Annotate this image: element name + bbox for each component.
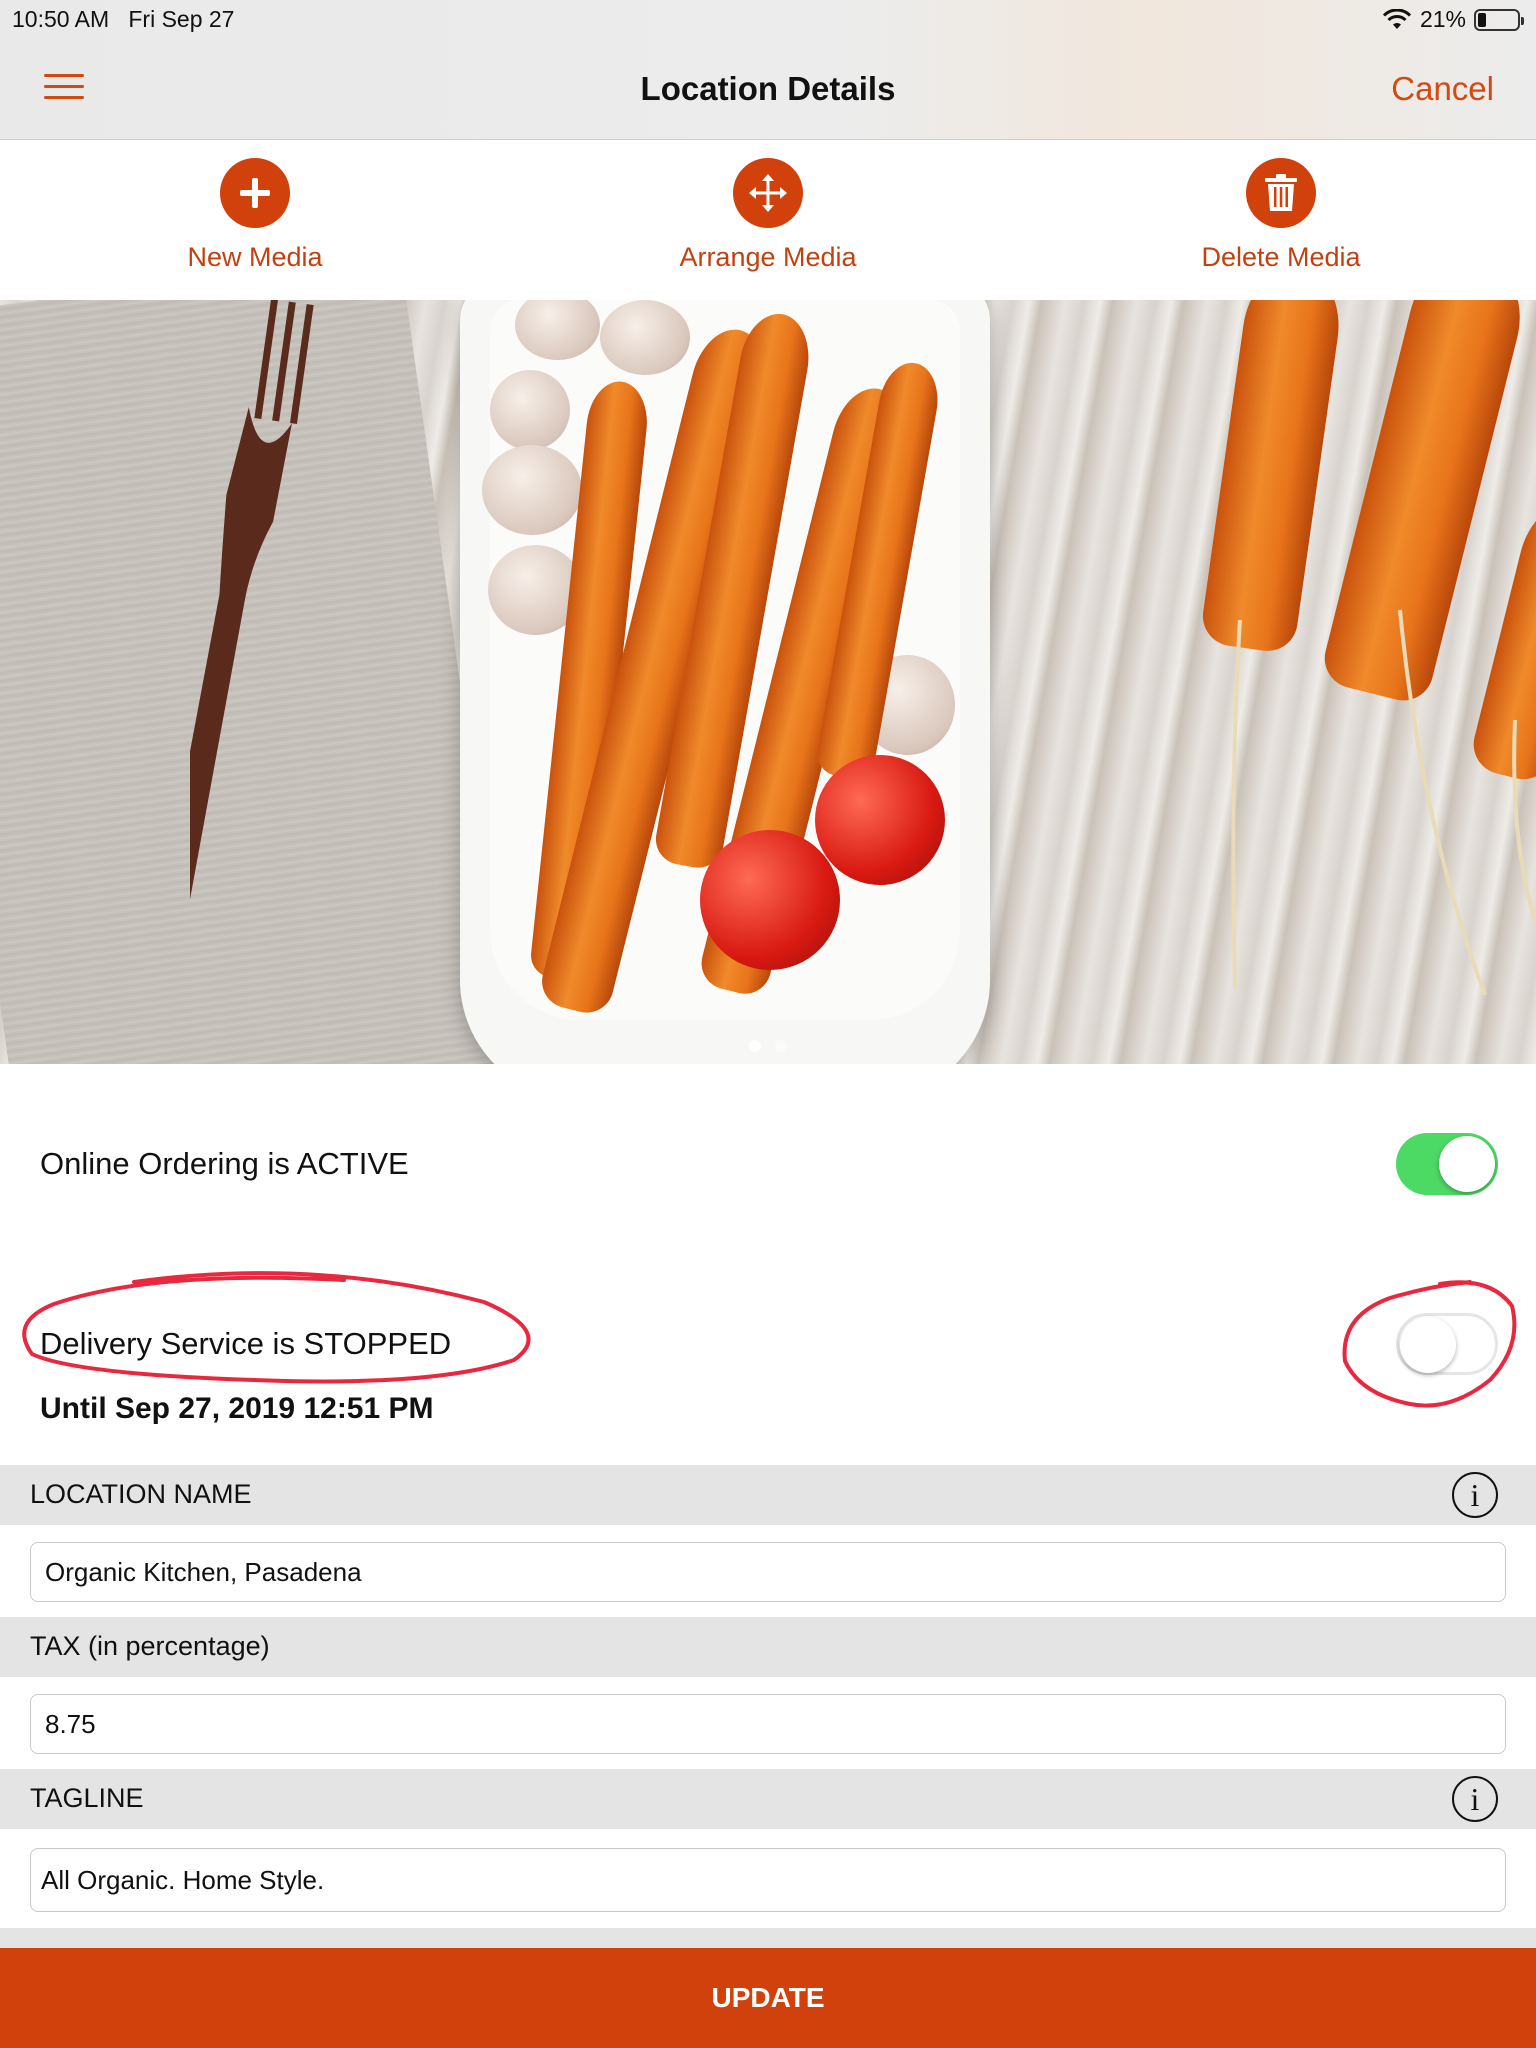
delivery-stopped-until: Until Sep 27, 2019 12:51 PM (40, 1392, 434, 1425)
page-dot[interactable] (775, 1040, 787, 1052)
battery-percent: 21% (1419, 6, 1466, 32)
arrange-media-label: Arrange Media (679, 242, 857, 272)
online-ordering-toggle[interactable] (1396, 1133, 1498, 1195)
page-dot[interactable] (749, 1040, 761, 1052)
delete-media-button[interactable]: Delete Media (1151, 158, 1411, 273)
next-section-peek (0, 1928, 1536, 1948)
update-button[interactable]: UPDATE (0, 1948, 1536, 2048)
status-indicators: 21% (1382, 6, 1524, 33)
plus-icon (220, 158, 290, 228)
onion-illustration (482, 445, 582, 535)
gallery-page-indicator (0, 1040, 1536, 1052)
media-gallery[interactable] (0, 300, 1536, 1064)
navigation-bar: 10:50 AM Fri Sep 27 21% Location Details… (0, 0, 1536, 140)
location-name-section: LOCATION NAME i (0, 1465, 1536, 1525)
media-toolbar: New Media Arrange Media Delete Media (0, 140, 1536, 300)
status-time: 10:50 AM Fri Sep 27 (12, 6, 234, 33)
battery-level (1478, 12, 1486, 27)
status-date: Fri Sep 27 (128, 6, 235, 32)
online-ordering-label: Online Ordering is ACTIVE (40, 1146, 409, 1181)
tax-header: TAX (in percentage) (30, 1631, 270, 1661)
onion-illustration (490, 370, 570, 450)
tagline-input[interactable] (30, 1848, 1506, 1912)
delete-media-label: Delete Media (1201, 242, 1361, 272)
new-media-button[interactable]: New Media (125, 158, 385, 273)
location-name-header: LOCATION NAME (30, 1479, 252, 1509)
delivery-service-label: Delivery Service is STOPPED (40, 1326, 452, 1361)
page-title: Location Details (640, 70, 896, 107)
delivery-service-toggle[interactable] (1396, 1313, 1498, 1375)
screen: 10:50 AM Fri Sep 27 21% Location Details… (0, 0, 1536, 2048)
tomato-illustration (700, 830, 840, 970)
fork-illustration (190, 300, 314, 1064)
onion-illustration (600, 300, 690, 375)
tomato-illustration (815, 755, 945, 885)
move-arrows-icon (733, 158, 803, 228)
trash-icon (1246, 158, 1316, 228)
tax-section: TAX (in percentage) (0, 1617, 1536, 1677)
location-name-input[interactable] (30, 1542, 1506, 1602)
new-media-label: New Media (187, 242, 323, 272)
tagline-section: TAGLINE i (0, 1769, 1536, 1829)
info-icon[interactable]: i (1452, 1472, 1498, 1518)
status-clock: 10:50 AM (12, 6, 110, 32)
tax-input[interactable] (30, 1694, 1506, 1754)
battery-icon (1474, 8, 1524, 31)
tagline-header: TAGLINE (30, 1783, 144, 1813)
info-icon[interactable]: i (1452, 1776, 1498, 1822)
cancel-button[interactable]: Cancel (1391, 70, 1494, 108)
carrot-roots-illustration (1231, 609, 1536, 996)
wifi-icon (1382, 8, 1412, 29)
arrange-media-button[interactable]: Arrange Media (638, 158, 898, 273)
